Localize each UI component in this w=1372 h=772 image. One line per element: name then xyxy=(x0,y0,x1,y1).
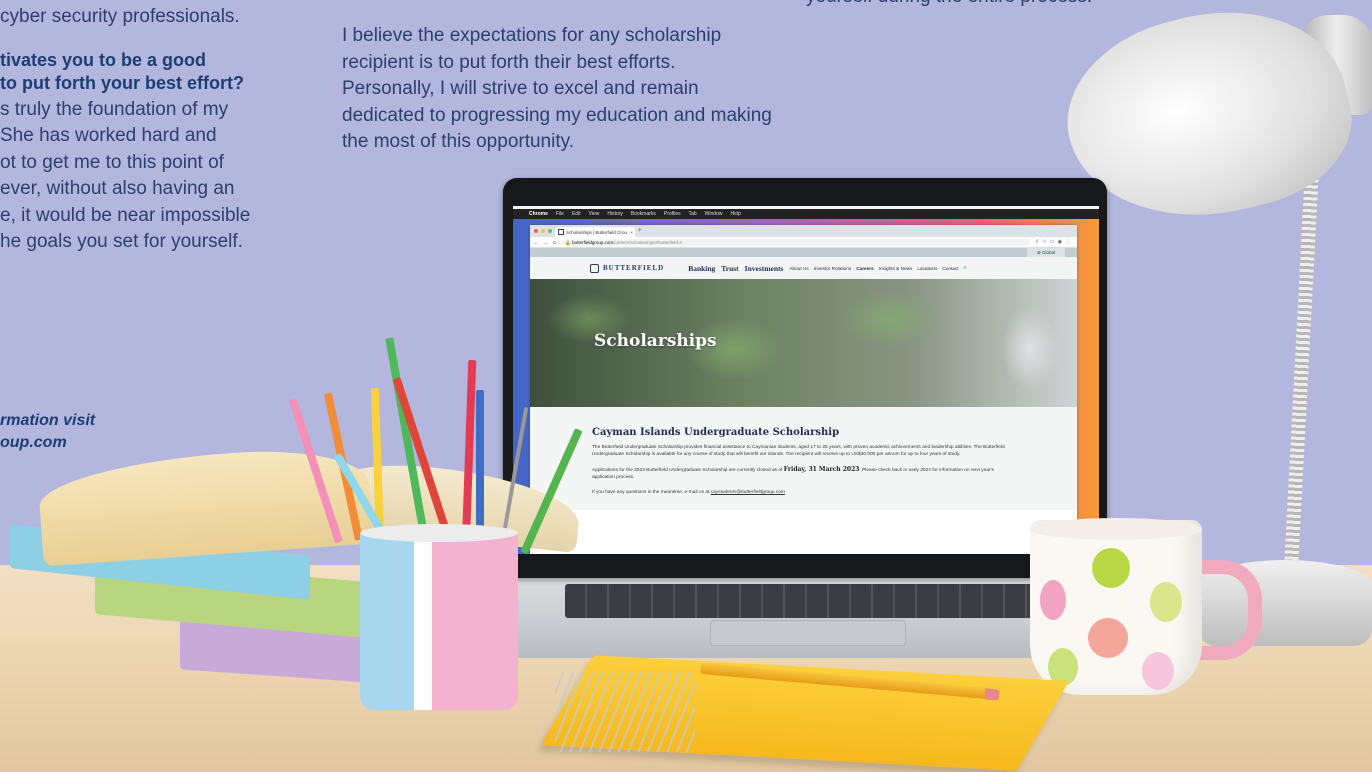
menubar-item[interactable]: Edit xyxy=(572,211,581,217)
mug-handle xyxy=(1192,560,1262,660)
pencil xyxy=(476,390,484,540)
closing-date: Friday, 31 March 2023 xyxy=(783,466,860,473)
scholarship-description: The Butterfield Undergraduate Scholarshi… xyxy=(592,445,1005,457)
forward-icon[interactable]: → xyxy=(544,240,549,245)
butterfield-logo[interactable]: BUTTERFIELD xyxy=(590,263,665,273)
mug-rim xyxy=(1030,518,1202,540)
nav-banking[interactable]: Banking xyxy=(688,264,715,273)
nav-careers[interactable]: Careers xyxy=(856,266,873,271)
logo-mark-icon xyxy=(590,263,599,273)
nav-trust[interactable]: Trust xyxy=(721,264,738,273)
site-navigation: BUTTERFIELD Banking Trust Investments Ab… xyxy=(530,257,1077,279)
background-left-text: cyber security professionals. tivates yo… xyxy=(0,4,300,451)
nav-insights-news[interactable]: Insights & News xyxy=(879,266,913,271)
pen-holder-stripe xyxy=(432,530,518,710)
scholarship-heading: Cayman Islands Undergraduate Scholarship xyxy=(592,427,840,438)
menubar-item[interactable]: Bookmarks xyxy=(631,211,656,217)
status-text-start: Applications for the 2023 Butterfield Un… xyxy=(592,468,784,473)
nav-investments[interactable]: Investments xyxy=(745,264,784,273)
window-close-button[interactable] xyxy=(534,229,538,233)
tab-close-icon[interactable]: × xyxy=(630,230,633,235)
tab-title: Scholarships | Butterfield Grou xyxy=(566,229,627,235)
lock-icon: 🔒 xyxy=(565,239,571,245)
address-bar-row: ← → C 🔒 butterfieldgroup.com/careers/sch… xyxy=(530,237,1077,248)
pen-holder-stripe xyxy=(414,530,432,710)
mac-menubar: Chrome File Edit View History Bookmarks … xyxy=(513,209,1099,219)
search-icon[interactable]: ⌕ xyxy=(964,265,967,272)
browser-toolbar-icons[interactable]: ⇧☆▭◉⋮ xyxy=(1035,239,1073,245)
mug-spot xyxy=(1150,582,1182,622)
page-content: Cayman Islands Undergraduate Scholarship… xyxy=(530,407,1077,510)
menubar-item[interactable]: Profiles xyxy=(664,211,681,217)
window-minimize-button[interactable] xyxy=(541,229,545,233)
menubar-item[interactable]: Tab xyxy=(689,211,697,217)
contact-text: If you have any questions in the meantim… xyxy=(592,489,1015,496)
region-label: Global xyxy=(1041,250,1055,255)
notebook-spiral xyxy=(555,672,695,752)
left-line: cyber security professionals. xyxy=(0,6,240,27)
url-domain: butterfieldgroup.com xyxy=(572,239,614,245)
application-status: Applications for the 2023 Butterfield Un… xyxy=(592,466,1015,481)
nav-locations[interactable]: Locations xyxy=(917,266,937,271)
region-selector[interactable]: ⊕ Global xyxy=(1026,248,1065,257)
mug-spot xyxy=(1092,548,1130,588)
hero-banner: Scholarships xyxy=(530,279,1077,407)
window-maximize-button[interactable] xyxy=(548,229,552,233)
globe-icon: ⊕ xyxy=(1036,250,1041,255)
menubar-item[interactable]: File xyxy=(556,211,564,217)
back-icon[interactable]: ← xyxy=(534,240,539,245)
menubar-item[interactable]: Help xyxy=(730,211,740,217)
background-right-text: yourself during the entire process. xyxy=(806,0,1106,10)
hero-title: Scholarships xyxy=(594,331,717,351)
new-tab-button[interactable]: + xyxy=(638,228,642,234)
tab-strip: Scholarships | Butterfield Grou × + xyxy=(530,225,1077,237)
left-question: tivates you to be a good to put forth yo… xyxy=(0,49,244,93)
tab-favicon xyxy=(558,229,564,235)
polka-dot-mug xyxy=(1030,520,1202,695)
left-visit: rmation visit oup.com xyxy=(0,412,96,451)
contact-text-start: If you have any questions in the meantim… xyxy=(592,490,711,495)
url-path: /careers/scholarships#butterfield-4 xyxy=(613,239,682,245)
mug-spot xyxy=(1088,618,1128,658)
menubar-item[interactable]: Window xyxy=(705,211,723,217)
nav-about-us[interactable]: About Us xyxy=(789,266,808,271)
nav-contact[interactable]: Contact xyxy=(942,266,958,271)
browser-tab[interactable]: Scholarships | Butterfield Grou × xyxy=(555,227,635,237)
pencil-eraser xyxy=(984,688,1000,701)
logo-text: BUTTERFIELD xyxy=(603,264,665,272)
pen-holder xyxy=(360,530,518,710)
mug-spot xyxy=(1142,652,1174,690)
region-bar: ⊕ Global xyxy=(530,248,1077,257)
menubar-item[interactable]: View xyxy=(589,211,600,217)
pen-holder-stripe xyxy=(360,530,414,710)
laptop-trackpad xyxy=(710,620,906,646)
reload-icon[interactable]: C xyxy=(553,240,556,245)
contact-email-link[interactable]: caystudents@butterfieldgroup.com xyxy=(711,490,785,495)
browser-window: Scholarships | Butterfield Grou × + ← → … xyxy=(530,225,1077,554)
background-middle-text: I believe the expectations for any schol… xyxy=(342,25,772,152)
menubar-app-name[interactable]: Chrome xyxy=(529,211,548,217)
menubar-item[interactable]: History xyxy=(607,211,623,217)
url-input[interactable]: 🔒 butterfieldgroup.com/careers/scholarsh… xyxy=(561,238,1031,246)
pen-holder-rim xyxy=(360,524,518,542)
left-answer: s truly the foundation of my She has wor… xyxy=(0,98,251,253)
laptop-keyboard xyxy=(565,584,1035,618)
nav-investor-relations[interactable]: Investor Relations xyxy=(814,266,852,271)
mug-spot xyxy=(1040,580,1066,620)
